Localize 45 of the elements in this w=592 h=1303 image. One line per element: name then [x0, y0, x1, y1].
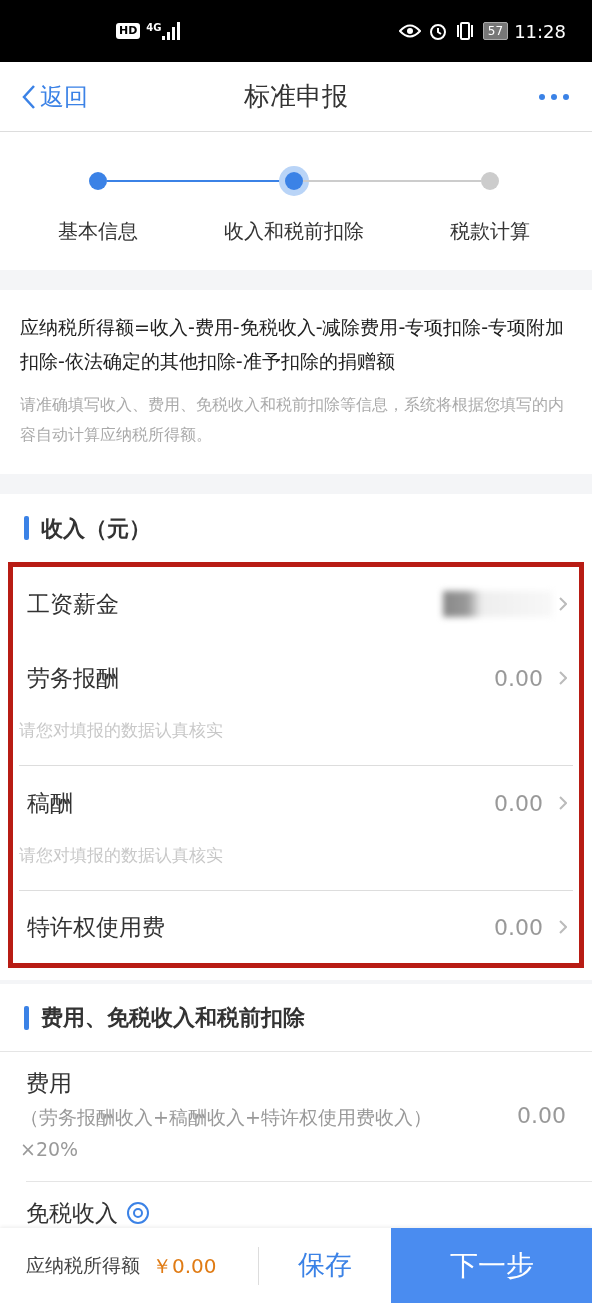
row-value: 0.00 — [494, 789, 543, 818]
chevron-icon — [559, 597, 567, 611]
vibrate-icon — [454, 22, 475, 40]
section-marker — [24, 1005, 29, 1030]
signal-icon — [161, 22, 182, 40]
row-value: 0.00 — [494, 913, 543, 942]
instruction-text: 请准确填写收入、费用、免税收入和税前扣除等信息，系统将根据您填写的内容自动计算应纳税所得额。 — [20, 395, 565, 446]
section-title: 收入（元） — [41, 514, 151, 543]
row-value: 0.00 — [517, 1101, 566, 1130]
eye-icon — [398, 24, 421, 38]
formula-text: 应纳税所得额=收入-费用-免税收入-减除费用-专项扣除-专项附加扣除-依法确定的其他扣除-准予扣除的捐赠额 — [20, 315, 566, 374]
hd-icon: HD — [116, 22, 141, 40]
save-button[interactable]: 保存 — [259, 1239, 391, 1292]
row-label: 工资薪金 — [27, 589, 119, 619]
income-row[interactable]: 稿酬 0.00 — [19, 766, 573, 840]
step-dot[interactable] — [481, 172, 499, 190]
section-marker — [24, 516, 29, 540]
row-label: 费用 — [26, 1069, 72, 1098]
more-icon — [538, 93, 570, 101]
back-button[interactable]: 返回 — [22, 78, 88, 115]
total-amount: ￥0.00 — [152, 1252, 218, 1280]
income-row[interactable]: 特许权使用费 0.00 — [19, 891, 573, 963]
row-label: 劳务报酬 — [27, 663, 119, 693]
chevron-icon — [559, 671, 567, 685]
row-label: 免税收入 — [26, 1198, 118, 1228]
alarm-icon — [428, 22, 447, 40]
step-dot[interactable] — [89, 172, 107, 190]
total-label: 应纳税所得额 — [26, 1253, 140, 1279]
clock-time: 11:28 — [514, 19, 566, 44]
row-label: 稿酬 — [27, 788, 73, 818]
chevron-icon — [559, 920, 567, 934]
step-label: 收入和税前扣除 — [224, 218, 364, 245]
network-label: 4G — [146, 21, 162, 35]
step-label: 基本信息 — [58, 218, 138, 245]
formula-note: （劳务报酬收入+稿酬收入+特许权使用费收入）×20% — [20, 1104, 433, 1162]
page-title: 标准申报 — [244, 81, 348, 111]
income-row[interactable]: 工资薪金 — [19, 567, 573, 641]
income-row[interactable]: 劳务报酬 0.00 — [19, 641, 573, 715]
chevron-icon — [559, 796, 567, 810]
back-icon — [22, 83, 36, 110]
row-label: 特许权使用费 — [27, 912, 165, 942]
section-title: 费用、免税收入和税前扣除 — [41, 1004, 305, 1032]
row-value: 0.00 — [494, 664, 543, 693]
step-label: 税款计算 — [450, 218, 530, 245]
battery-icon: 57 — [482, 22, 509, 40]
